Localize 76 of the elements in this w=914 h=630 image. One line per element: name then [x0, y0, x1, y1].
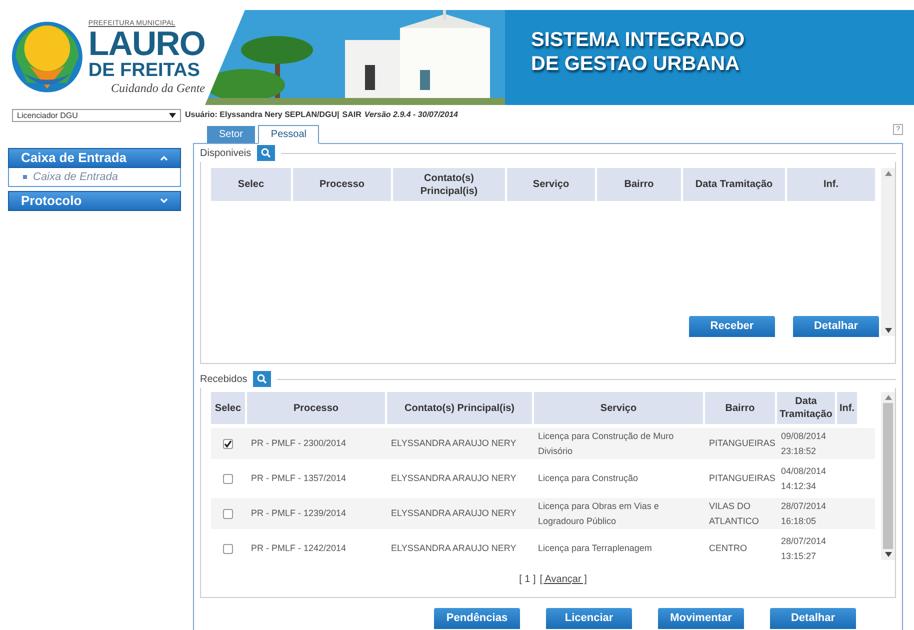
tab[interactable]: Pessoal: [258, 125, 320, 144]
action-button[interactable]: Receber: [689, 316, 775, 337]
table-cell-text: CENTRO: [709, 542, 747, 555]
column-header: Contato(s) Principal(is): [393, 168, 505, 201]
chevron-down-icon: [160, 198, 168, 204]
column-header: Selec: [211, 392, 245, 424]
column-header: Selec: [211, 168, 291, 201]
column-header: Data Tramitação: [777, 392, 835, 424]
table-cell-text: VILAS DO ATLANTICO: [709, 500, 760, 528]
table-cell-text: ELYSSANDRA ARAUJO NERY: [391, 472, 516, 485]
table-cell-text: 04/08/2014 14:12:34: [781, 464, 828, 492]
action-button[interactable]: Detalhar: [770, 608, 856, 629]
column-header: Serviço: [507, 168, 595, 201]
search-button[interactable]: [257, 145, 276, 161]
banner-title: DE GESTAO URBANA: [531, 52, 741, 76]
table-cell-text: PR - PMLF - 1239/2014: [251, 507, 346, 520]
search-icon: [257, 374, 268, 384]
bullet-icon: [23, 175, 27, 179]
logout-link[interactable]: SAIR: [342, 109, 362, 121]
logo-title: LAURO: [88, 27, 205, 61]
dropdown-arrow-icon: [169, 113, 176, 118]
scroll-down-icon: [884, 552, 892, 557]
chevron-up-icon: [160, 155, 168, 161]
table-cell-text: 28/07/2014 16:18:05: [781, 500, 828, 528]
table-cell-text: PITANGUEIRAS: [709, 472, 776, 485]
table-cell-text: ELYSSANDRA ARAUJO NERY: [391, 542, 516, 555]
table-cell-text: ELYSSANDRA ARAUJO NERY: [391, 437, 516, 450]
section-legend: Disponiveis: [200, 146, 252, 160]
logo-slogan: Cuidando da Gente: [111, 82, 205, 94]
sidebar-header[interactable]: Protocolo: [8, 191, 181, 211]
table-cell-text: 28/07/2014 13:15:27: [781, 534, 828, 562]
banner-title: SISTEMA INTEGRADO: [531, 28, 745, 52]
row-checkbox[interactable]: [223, 474, 233, 484]
table-cell-text: Licença para Construção de Muro Divisório: [538, 430, 675, 458]
scroll-up-icon: [884, 171, 892, 176]
column-header: Inf.: [837, 392, 857, 424]
scrollbar[interactable]: [881, 392, 895, 560]
column-header: Inf.: [787, 168, 875, 201]
table-cell-text: PR - PMLF - 1242/2014: [251, 542, 346, 555]
column-header: Serviço: [534, 392, 703, 424]
column-header: Bairro: [597, 168, 681, 201]
action-button[interactable]: Movimentar: [658, 608, 744, 629]
scroll-up-icon: [884, 395, 892, 400]
row-checkbox[interactable]: [223, 544, 233, 554]
table-cell-text: ELYSSANDRA ARAUJO NERY: [391, 507, 516, 520]
action-button[interactable]: Detalhar: [793, 316, 879, 337]
table-cell-text: PR - PMLF - 2300/2014: [251, 437, 346, 450]
next-page-link[interactable]: [ Avançar ]: [540, 572, 587, 587]
table-cell-text: 09/08/2014 23:18:52: [781, 430, 828, 458]
column-header: Contato(s) Principal(is): [387, 392, 532, 424]
section-legend: Recebidos: [200, 372, 248, 386]
table-cell-text: Licença para Obras em Vias e Logradouro Público: [538, 500, 660, 528]
sidebar-header[interactable]: Caixa de Entrada: [8, 148, 181, 168]
row-checkbox[interactable]: [223, 508, 233, 518]
action-button[interactable]: Pendências: [434, 608, 520, 629]
column-header: Data Tramitação: [683, 168, 785, 201]
search-icon: [261, 148, 272, 158]
scrollbar[interactable]: [881, 168, 895, 336]
checkmark-icon: [224, 440, 232, 448]
profile-select[interactable]: Licenciador DGU: [12, 109, 181, 122]
table-cell-text: Licença para Construção: [538, 472, 638, 485]
table-cell-text: PR - PMLF - 1357/2014: [251, 472, 346, 485]
action-button[interactable]: Licenciar: [546, 608, 632, 629]
search-button[interactable]: [253, 371, 272, 387]
version-text: Versão 2.9.4 - 30/07/2014: [364, 109, 458, 121]
page-number: [ 1 ]: [519, 573, 536, 587]
row-checkbox[interactable]: [223, 438, 233, 448]
tab[interactable]: Setor: [207, 126, 255, 143]
table-cell-text: Licença para Terraplenagem: [538, 542, 652, 555]
logo-title: DE FREITAS: [88, 61, 201, 80]
column-header: Bairro: [705, 392, 775, 424]
user-info: Usuário: Elyssandra Nery SEPLAN/DGU|: [185, 109, 340, 121]
table-cell-text: PITANGUEIRAS: [709, 437, 776, 450]
scroll-down-icon: [884, 328, 892, 333]
column-header: Processo: [293, 168, 391, 201]
column-header: Processo: [247, 392, 385, 424]
